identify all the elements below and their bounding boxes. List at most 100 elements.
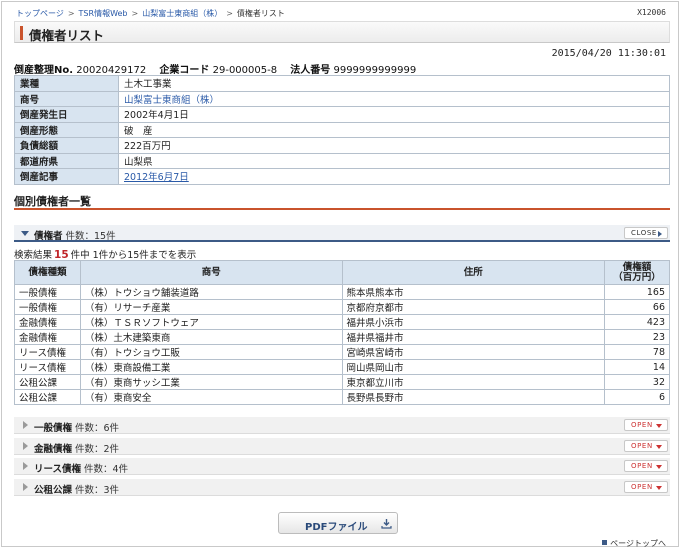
accordion-count: 件数：15件 <box>65 231 116 242</box>
info-row: 倒産発生日 2002年4月1日 <box>14 106 670 123</box>
column-header-type[interactable]: 債権種類 <box>14 260 81 285</box>
cell-address: 東京都立川市 <box>341 374 606 390</box>
info-value: 土木工事業 <box>118 75 670 92</box>
info-key: 都道府県 <box>14 152 119 169</box>
accordion-title: 公租公課 件数：3件 <box>34 482 119 496</box>
column-header-address[interactable]: 住所 <box>341 260 606 285</box>
open-button-label: OPEN <box>631 442 653 450</box>
creditor-table: 債権種類 商号 住所 債権額 （百万円） 一般債権 （株）トウショウ舗装道路 熊本県… <box>14 260 670 405</box>
breadcrumb-tsr-web[interactable]: TSR情報Web <box>79 9 128 18</box>
info-key: 負債総額 <box>14 137 119 154</box>
case-meta: 倒産整理No. 20020429172 企業コード 29-000005-8 法人… <box>14 61 416 76</box>
square-bullet-icon <box>602 540 608 545</box>
cell-name: （有）トウショウ工販 <box>79 344 343 360</box>
chevron-down-icon <box>656 465 662 469</box>
table-row: 一般債権 （株）トウショウ舗装道路 熊本県熊本市 165 <box>14 284 670 300</box>
cell-address: 長野県長野市 <box>341 389 606 405</box>
table-row: 公租公課 （有）東商サッシ工業 東京都立川市 32 <box>14 374 670 390</box>
accordion-label: 金融債権 <box>34 444 73 455</box>
open-button[interactable]: OPEN <box>624 440 668 452</box>
open-button[interactable]: OPEN <box>624 419 668 431</box>
accordion-general[interactable]: 一般債権 件数：6件 OPEN <box>14 417 670 434</box>
result-summary: 検索結果 15 件中 1件から15件までを表示 <box>14 247 196 261</box>
info-key: 業種 <box>14 75 119 92</box>
cell-name: （有）東商サッシ工業 <box>79 374 343 390</box>
info-key: 倒産形態 <box>14 121 119 138</box>
cell-amount: 78 <box>604 344 670 360</box>
breadcrumb: トップページ > TSR情報Web > 山梨富士東商組（株） > 債権者リスト <box>16 8 666 19</box>
cell-type: 一般債権 <box>14 284 81 300</box>
breadcrumb-current: 債権者リスト <box>236 9 285 18</box>
close-button[interactable]: CLOSE <box>624 227 668 239</box>
info-row: 都道府県 山梨県 <box>14 152 670 169</box>
accordion-title: 金融債権 件数：2件 <box>34 441 119 455</box>
cell-name: （株）トウショウ舗装道路 <box>79 284 343 300</box>
title-accent-bar <box>20 26 23 40</box>
chevron-down-icon <box>656 424 662 428</box>
accordion-lease[interactable]: リース債権 件数：4件 OPEN <box>14 458 670 475</box>
breadcrumb-home[interactable]: トップページ <box>16 9 64 18</box>
open-button-label: OPEN <box>631 421 653 429</box>
chevron-right-icon <box>23 421 28 429</box>
info-row: 業種 土木工事業 <box>14 75 670 92</box>
accordion-title: 一般債権 件数：6件 <box>34 420 119 434</box>
section-title: 個別債権者一覧 <box>14 195 91 208</box>
column-header-name[interactable]: 商号 <box>79 260 343 285</box>
open-button-label: OPEN <box>631 483 653 491</box>
accordion-count: 件数：3件 <box>75 485 120 496</box>
screen-id: X12006 <box>637 8 666 17</box>
column-header-amount[interactable]: 債権額 （百万円） <box>604 260 670 285</box>
cell-address: 京都府京都市 <box>341 299 606 315</box>
info-value-link[interactable]: 2012年6月7日 <box>118 168 670 185</box>
info-row: 倒産形態破 産 <box>14 121 670 138</box>
timestamp: 2015/04/20 11:30:01 <box>551 48 666 59</box>
table-row: 公租公課 （有）東商安全 長野県長野市 6 <box>14 389 670 405</box>
accordion-count: 件数：4件 <box>84 464 129 475</box>
table-row: 金融債権 （株）ＴＳＲソフトウェア 福井県小浜市 423 <box>14 314 670 330</box>
cell-name: （有）リサーチ産業 <box>79 299 343 315</box>
info-value: 2002年4月1日 <box>118 106 670 123</box>
page-title: 債権者リスト <box>29 28 105 43</box>
accordion-label: リース債権 <box>34 464 82 475</box>
cell-amount: 23 <box>604 329 670 345</box>
accordion-count: 件数：2件 <box>75 444 120 455</box>
cell-address: 岡山県岡山市 <box>341 359 606 375</box>
table-row: リース債権 （有）トウショウ工販 宮崎県宮崎市 78 <box>14 344 670 360</box>
accordion-financial[interactable]: 金融債権 件数：2件 OPEN <box>14 438 670 455</box>
pdf-download-button[interactable]: PDFファイル <box>278 512 398 534</box>
chevron-right-icon <box>23 442 28 450</box>
company-info-table: 業種 土木工事業 商号 山梨富士東商組（株） 倒産発生日 2002年4月1日 倒産形態破 産… <box>14 75 670 185</box>
chevron-right-icon <box>658 231 662 237</box>
open-button[interactable]: OPEN <box>624 460 668 472</box>
chevron-right-icon <box>23 483 28 491</box>
column-header-amount-line2: （百万円） <box>613 271 661 283</box>
breadcrumb-company[interactable]: 山梨富士東商組（株） <box>142 9 222 18</box>
cell-amount: 423 <box>604 314 670 330</box>
cell-amount: 66 <box>604 299 670 315</box>
page-top-label: ページトップへ <box>610 539 666 548</box>
cell-amount: 14 <box>604 359 670 375</box>
accordion-tax[interactable]: 公租公課 件数：3件 OPEN <box>14 479 670 496</box>
top-bar: トップページ > TSR情報Web > 山梨富士東商組（株） > 債権者リスト X12006 <box>16 8 666 20</box>
cell-address: 福井県福井市 <box>341 329 606 345</box>
cell-name: （株）東商設備工業 <box>79 359 343 375</box>
cell-name: （有）東商安全 <box>79 389 343 405</box>
table-row: 金融債権 （株）土木建築東商 福井県福井市 23 <box>14 329 670 345</box>
page-frame: トップページ > TSR情報Web > 山梨富士東商組（株） > 債権者リスト X12006… <box>1 1 679 548</box>
cell-type: 一般債権 <box>14 299 81 315</box>
info-row: 負債総額 222百万円 <box>14 137 670 154</box>
cell-amount: 6 <box>604 389 670 405</box>
chevron-down-icon <box>21 231 29 236</box>
chevron-right-icon <box>23 462 28 470</box>
pdf-button-label: PDFファイル <box>305 522 368 533</box>
cell-address: 福井県小浜市 <box>341 314 606 330</box>
info-value-link[interactable]: 山梨富士東商組（株） <box>118 90 670 107</box>
cell-type: 公租公課 <box>14 389 81 405</box>
page-top-link[interactable]: ページトップへ <box>602 538 666 548</box>
table-row: 一般債権 （有）リサーチ産業 京都府京都市 66 <box>14 299 670 315</box>
open-button[interactable]: OPEN <box>624 481 668 493</box>
info-value: 222百万円 <box>118 137 670 154</box>
accordion-creditors[interactable]: 債権者 件数：15件 CLOSE <box>14 225 670 242</box>
cell-address: 熊本県熊本市 <box>341 284 606 300</box>
cell-amount: 32 <box>604 374 670 390</box>
